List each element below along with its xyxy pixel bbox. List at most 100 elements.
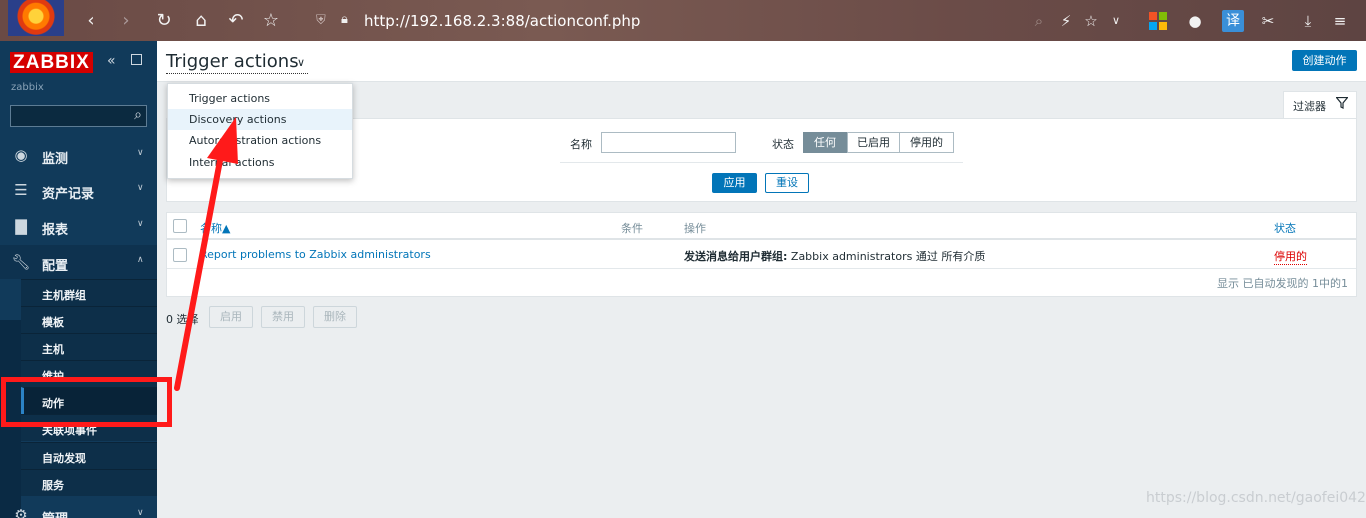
row-checkbox[interactable] bbox=[173, 248, 187, 262]
chevron-down-icon: ∨ bbox=[137, 183, 144, 193]
globe-icon[interactable]: ● bbox=[1184, 10, 1206, 32]
submenu-discovery[interactable]: 自动发现 bbox=[21, 442, 157, 469]
url-text[interactable]: http://192.168.2.3:88/actionconf.php bbox=[364, 12, 640, 30]
bookmark-star-icon[interactable]: ☆ bbox=[1080, 10, 1102, 32]
funnel-icon bbox=[1336, 97, 1348, 109]
filter-tab[interactable]: 过滤器 bbox=[1283, 91, 1357, 118]
apps-tile bbox=[1159, 22, 1167, 30]
dropdown-item-autoregistration-actions[interactable]: Autoregistration actions bbox=[168, 130, 352, 151]
bar-chart-icon: ▇ bbox=[15, 217, 27, 235]
list-icon: ☰ bbox=[14, 181, 28, 199]
submenu-services[interactable]: 服务 bbox=[21, 469, 157, 496]
menu-label: 管理 bbox=[42, 508, 68, 518]
lightning-icon[interactable]: ⚡︎ bbox=[1055, 10, 1077, 32]
zabbix-logo[interactable]: ZABBIX bbox=[10, 52, 93, 73]
kiosk-mode-icon[interactable] bbox=[131, 54, 142, 65]
column-header-status[interactable]: 状态 bbox=[1274, 220, 1296, 236]
home-icon[interactable]: ⌂ bbox=[188, 8, 214, 34]
submenu-label: 服务 bbox=[42, 479, 64, 492]
status-badge[interactable]: 停用的 bbox=[1274, 248, 1307, 265]
create-action-button[interactable]: 创建动作 bbox=[1292, 50, 1357, 71]
sidebar-search-input[interactable]: ⌕ bbox=[10, 105, 147, 127]
column-header-name[interactable]: 名称▲ bbox=[200, 220, 230, 236]
apply-button[interactable]: 应用 bbox=[712, 173, 757, 193]
wrench-icon: 🔧︎ bbox=[11, 253, 31, 271]
menu-label: 配置 bbox=[42, 259, 69, 274]
submenu-host-groups[interactable]: 主机群组 bbox=[21, 279, 157, 306]
submenu-templates[interactable]: 模板 bbox=[21, 306, 157, 333]
lock-icon[interactable]: 🔒︎ bbox=[341, 12, 348, 27]
status-option-disabled[interactable]: 停用的 bbox=[899, 132, 954, 153]
status-option-any[interactable]: 任何 bbox=[803, 132, 847, 153]
reload-icon[interactable]: ↻ bbox=[151, 8, 177, 34]
submenu-label: 模板 bbox=[42, 316, 64, 329]
flower-favicon-icon[interactable] bbox=[8, 0, 64, 36]
dropdown-item-discovery-actions[interactable]: Discovery actions bbox=[168, 109, 352, 130]
operations-bold: 发送消息给用户群组: bbox=[684, 250, 788, 263]
dropdown-item-internal-actions[interactable]: Internal actions bbox=[168, 152, 352, 173]
sidebar: ZABBIX « zabbix ⌕ ◉ 监测 ∨ ☰ 资产记录 ∨ ▇ 报表 ∨… bbox=[0, 41, 157, 518]
apps-tile bbox=[1149, 22, 1157, 30]
shield-icon[interactable]: ⛨ bbox=[316, 13, 326, 28]
status-option-enabled[interactable]: 已启用 bbox=[847, 132, 900, 153]
submenu-hosts[interactable]: 主机 bbox=[21, 333, 157, 360]
search-icon[interactable]: ⌕ bbox=[134, 107, 142, 123]
dropdown-item-label: Internal actions bbox=[189, 156, 275, 169]
operations-text: Zabbix administrators 通过 所有介质 bbox=[787, 250, 986, 263]
chevron-up-icon: ∧ bbox=[137, 255, 144, 265]
chevron-down-icon[interactable]: ∨ bbox=[297, 56, 305, 69]
gear-icon: ⚙︎ bbox=[14, 506, 28, 518]
mass-delete-button[interactable]: 删除 bbox=[313, 306, 357, 328]
mass-action-bar: 0 选择 启用 禁用 删除 bbox=[166, 306, 466, 328]
back-icon[interactable]: ‹ bbox=[78, 8, 104, 34]
table-header: 名称▲ 条件 操作 状态 bbox=[167, 213, 1356, 240]
collapse-sidebar-icon[interactable]: « bbox=[107, 53, 116, 69]
select-all-checkbox[interactable] bbox=[173, 219, 187, 233]
action-type-dropdown: Trigger actions Discovery actions Autore… bbox=[167, 83, 353, 179]
dropdown-item-trigger-actions[interactable]: Trigger actions bbox=[168, 88, 352, 109]
status-filter-label: 状态 bbox=[772, 138, 794, 151]
name-filter-input[interactable] bbox=[601, 132, 736, 153]
browser-toolbar: ‹ › ↻ ⌂ ↶ ☆ ⛨ 🔒︎ http://192.168.2.3:88/a… bbox=[0, 0, 1366, 41]
menu-monitoring[interactable]: ◉ 监测 ∨ bbox=[0, 138, 157, 172]
column-header-operations: 操作 bbox=[684, 222, 706, 235]
watermark: https://blog.csdn.net/gaofei0428 bbox=[1146, 490, 1366, 506]
scissors-icon[interactable]: ✂︎ bbox=[1257, 10, 1279, 32]
mass-enable-button[interactable]: 启用 bbox=[209, 306, 253, 328]
submenu-label: 主机 bbox=[42, 343, 64, 356]
page-header: Trigger actions ∨ 创建动作 bbox=[157, 41, 1366, 82]
selected-count: 0 选择 bbox=[166, 313, 199, 326]
menu-inventory[interactable]: ☰ 资产记录 ∨ bbox=[0, 173, 157, 207]
menu-administration[interactable]: ⚙︎ 管理 ∨ bbox=[0, 498, 157, 518]
server-name: zabbix bbox=[11, 82, 44, 93]
zoom-icon[interactable]: ⌕ bbox=[1028, 10, 1050, 32]
filter-divider bbox=[560, 162, 963, 163]
forward-icon[interactable]: › bbox=[113, 8, 139, 34]
apps-icon[interactable] bbox=[1149, 12, 1167, 30]
title-underline bbox=[166, 73, 308, 74]
translate-icon[interactable]: 译 bbox=[1222, 10, 1244, 32]
menu-label: 报表 bbox=[42, 223, 69, 238]
name-filter-label: 名称 bbox=[570, 138, 592, 151]
submenu-label: 自动发现 bbox=[42, 452, 86, 465]
mass-disable-button[interactable]: 禁用 bbox=[261, 306, 305, 328]
menu-configuration[interactable]: 🔧︎ 配置 ∧ bbox=[0, 245, 157, 279]
annotation-highlight-box bbox=[1, 377, 172, 427]
menu-reports[interactable]: ▇ 报表 ∨ bbox=[0, 209, 157, 243]
menu-label: 监测 bbox=[42, 152, 69, 167]
table-paging-info: 显示 已自动发现的 1中的1 bbox=[1217, 277, 1348, 290]
submenu-label: 主机群组 bbox=[42, 289, 86, 302]
column-header-conditions: 条件 bbox=[621, 222, 643, 235]
undo-icon[interactable]: ↶ bbox=[223, 8, 249, 34]
star-icon[interactable]: ☆ bbox=[258, 8, 284, 34]
action-operations: 发送消息给用户群组: Zabbix administrators 通过 所有介质 bbox=[684, 248, 985, 264]
action-name-link[interactable]: Report problems to Zabbix administrators bbox=[200, 248, 431, 261]
dropdown-item-label: Discovery actions bbox=[189, 113, 287, 126]
chevron-down-icon[interactable]: ∨ bbox=[1105, 10, 1127, 32]
download-icon[interactable]: ⤓ bbox=[1297, 10, 1319, 32]
apps-tile bbox=[1159, 12, 1167, 20]
reset-button[interactable]: 重设 bbox=[765, 173, 809, 193]
page-title-dropdown[interactable]: Trigger actions bbox=[166, 51, 299, 72]
menu-icon[interactable]: ≡ bbox=[1329, 10, 1351, 32]
address-bar[interactable]: ⛨ 🔒︎ http://192.168.2.3:88/actionconf.ph… bbox=[300, 6, 1150, 36]
